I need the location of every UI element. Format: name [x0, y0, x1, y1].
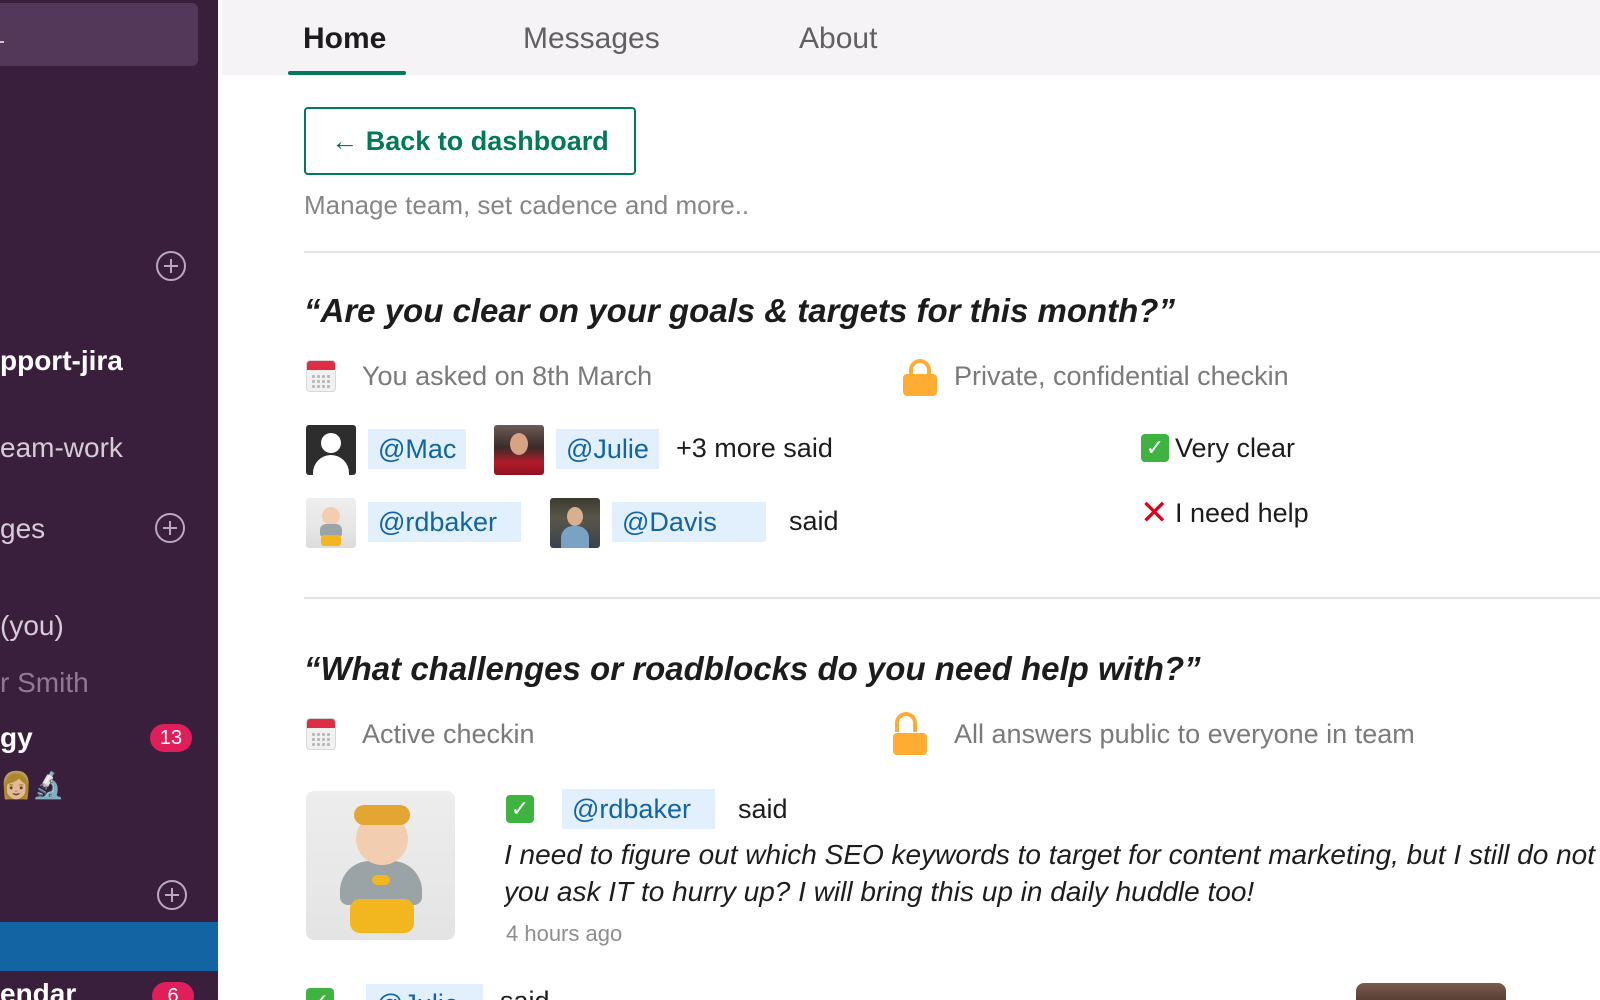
- checkin-status: Active checkin: [362, 719, 535, 749]
- divider: [304, 251, 1600, 253]
- mention-rdbaker[interactable]: @rdbaker: [368, 502, 521, 542]
- back-to-dashboard-button[interactable]: ← Back to dashboard: [304, 107, 636, 175]
- avatar-rdbaker[interactable]: [306, 498, 356, 548]
- checkin-privacy: Private, confidential checkin: [954, 361, 1289, 391]
- tab-about[interactable]: About: [799, 22, 877, 56]
- sidebar-active-item[interactable]: [0, 922, 218, 971]
- check-icon: ✓: [306, 988, 334, 1000]
- tab-active-indicator: [288, 71, 406, 75]
- checkin-question: “Are you clear on your goals & targets f…: [304, 292, 1175, 329]
- avatar-davis[interactable]: [550, 498, 600, 548]
- sidebar-channel-jira[interactable]: pport-jira: [0, 345, 123, 377]
- sidebar-calendar[interactable]: endar: [0, 978, 76, 1000]
- page-subtitle: Manage team, set cadence and more..: [304, 190, 750, 220]
- checkin-privacy: All answers public to everyone in team: [954, 719, 1415, 749]
- avatar-mac[interactable]: [306, 425, 356, 475]
- add-app-icon[interactable]: [157, 880, 187, 910]
- calendar-badge: 6: [152, 982, 194, 1000]
- avatar-rdbaker-large[interactable]: [306, 791, 455, 940]
- response-line: I need to figure out which SEO keywords …: [504, 839, 1600, 870]
- avatar-next-responder[interactable]: [1356, 983, 1506, 1000]
- more-said-text[interactable]: +3 more said: [676, 433, 833, 464]
- sidebar-dm-gy[interactable]: gy: [0, 722, 33, 754]
- answer-label: Very clear: [1175, 433, 1296, 463]
- answer-label: I need help: [1175, 498, 1309, 528]
- unread-badge: 13: [150, 724, 192, 752]
- sidebar: pport-jira eam-work ges (you) r Smith gy…: [0, 0, 218, 1000]
- workspace-switcher[interactable]: [0, 3, 198, 66]
- said-text: said: [738, 794, 788, 824]
- said-text: said: [789, 506, 839, 536]
- sidebar-section-messages[interactable]: ges: [0, 513, 45, 545]
- mention-mac[interactable]: @Mac: [368, 429, 467, 469]
- mention-davis[interactable]: @Davis: [612, 502, 766, 542]
- response-line: you ask IT to hurry up? I will bring thi…: [504, 876, 1255, 907]
- mention-julie[interactable]: @Julie: [366, 984, 483, 1000]
- check-icon: ✓: [1141, 434, 1169, 462]
- divider: [304, 597, 1600, 599]
- caret-icon: [0, 41, 4, 43]
- tab-bar: [222, 0, 1600, 75]
- sidebar-emoji-row: 👩🏼🔬: [0, 770, 65, 800]
- mention-rdbaker[interactable]: @rdbaker: [562, 789, 715, 829]
- sidebar-channel-teamwork[interactable]: eam-work: [0, 432, 123, 464]
- tab-home[interactable]: Home: [303, 22, 386, 56]
- calendar-icon: [306, 360, 336, 392]
- checkin-date: You asked on 8th March: [362, 361, 653, 391]
- avatar-julie[interactable]: [494, 425, 544, 475]
- said-text: said: [500, 986, 550, 1000]
- response-text: I need to figure out which SEO keywords …: [504, 836, 1600, 910]
- calendar-icon: [306, 718, 336, 750]
- response-timestamp: 4 hours ago: [506, 921, 623, 946]
- checkin-question: “What challenges or roadblocks do you ne…: [304, 650, 1201, 687]
- unlock-icon: [893, 712, 927, 755]
- sidebar-dm-smith[interactable]: r Smith: [0, 667, 89, 699]
- tab-messages[interactable]: Messages: [523, 22, 660, 56]
- lock-icon: [903, 359, 937, 396]
- mention-julie[interactable]: @Julie: [556, 429, 659, 469]
- add-channel-icon[interactable]: [156, 251, 186, 281]
- sidebar-dm-you[interactable]: (you): [0, 610, 64, 642]
- add-message-icon[interactable]: [155, 513, 185, 543]
- cross-icon: ✕: [1140, 494, 1169, 532]
- check-icon: ✓: [506, 795, 534, 823]
